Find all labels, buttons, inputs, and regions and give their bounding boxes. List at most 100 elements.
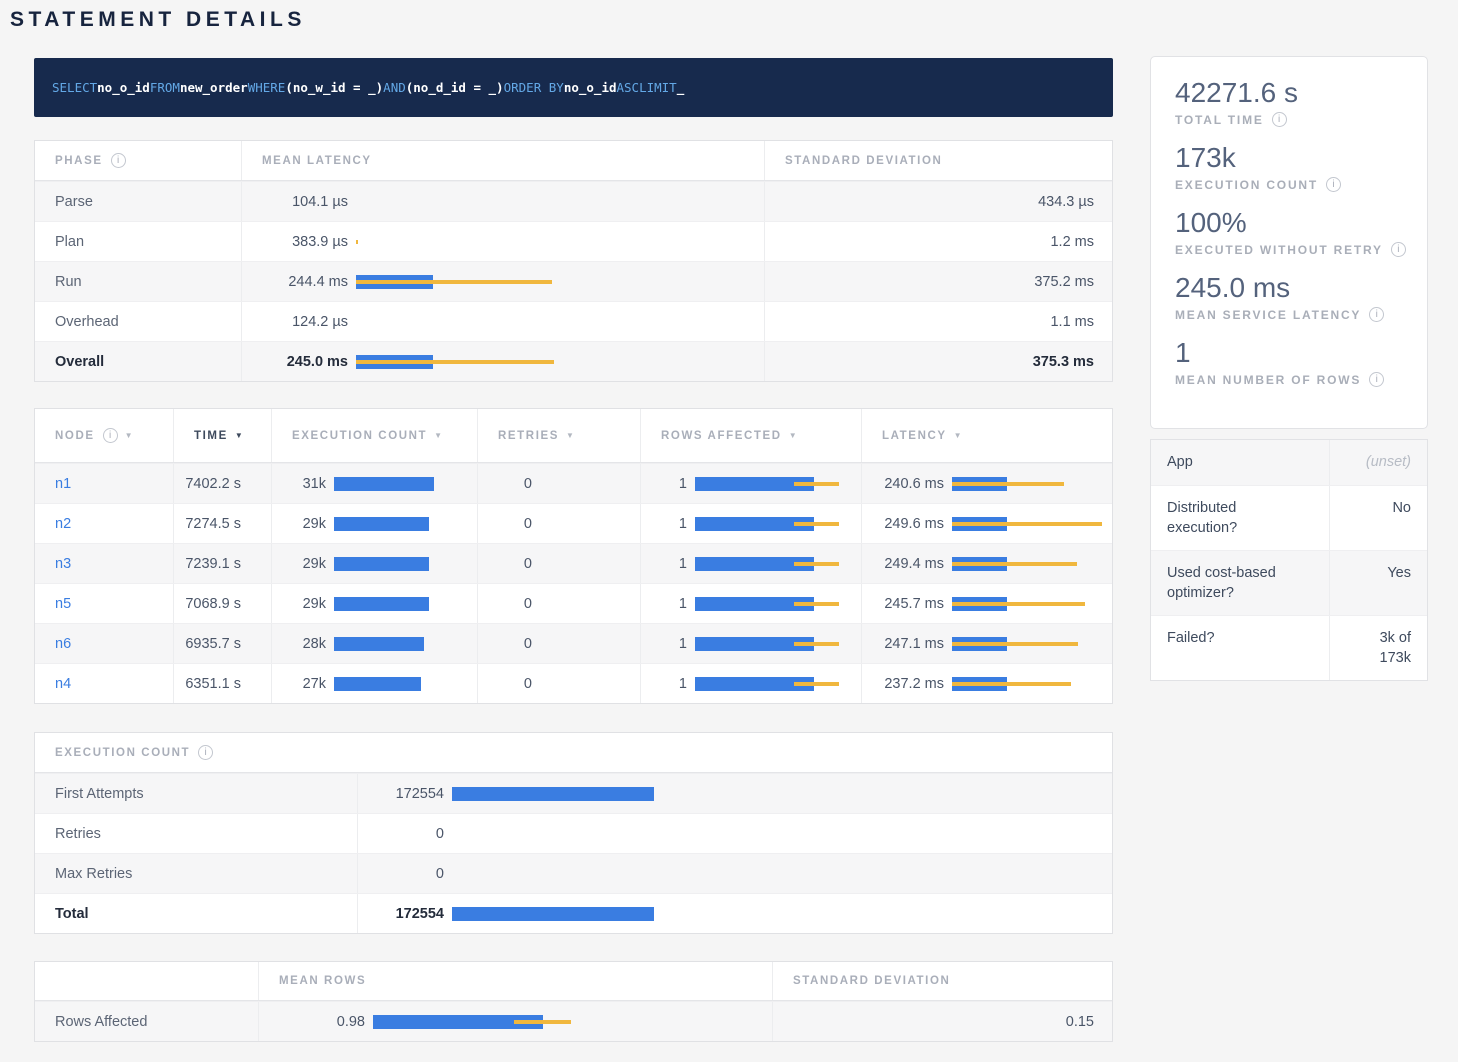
sql-token: _ xyxy=(677,80,685,95)
stat-execution-count: 173k EXECUTION COUNTi xyxy=(1175,140,1427,192)
rows-affected-bar xyxy=(695,557,845,571)
retries-value: 0 xyxy=(478,596,532,612)
rows-affected-value: 1 xyxy=(641,556,687,572)
exec-count-bar xyxy=(334,517,444,531)
sql-token: FROM xyxy=(150,80,180,95)
info-icon[interactable]: i xyxy=(1272,112,1287,127)
node-link[interactable]: n4 xyxy=(55,676,71,692)
exec-count-value: 27k xyxy=(272,676,326,692)
attribute-row-failed: Failed? 3k of 173k xyxy=(1151,615,1427,680)
attribute-label: Used cost-based optimizer? xyxy=(1151,551,1329,615)
latency-value: 247.1 ms xyxy=(862,636,944,652)
exec-count-bar xyxy=(452,787,654,801)
phase-row-overall: Overall 245.0 ms 375.3 ms xyxy=(35,341,1112,381)
latency-bar xyxy=(356,315,556,329)
latency-column-header[interactable]: LATENCY ▼ xyxy=(861,409,1114,462)
node-link[interactable]: n5 xyxy=(55,596,71,612)
node-column-header[interactable]: NODE i ▼ xyxy=(35,409,173,462)
execution-count-column-header[interactable]: EXECUTION COUNT ▼ xyxy=(271,409,477,462)
sql-statement-box: SELECT no_o_id FROM new_order WHERE (no_… xyxy=(34,58,1113,117)
retries-value: 0 xyxy=(478,476,532,492)
stat-mean-service-latency: 245.0 ms MEAN SERVICE LATENCYi xyxy=(1175,270,1427,322)
node-row: n5 7068.9 s 29k 0 1 245.7 ms xyxy=(35,583,1112,623)
attribute-value: Yes xyxy=(1329,551,1427,615)
std-dev-value: 375.2 ms xyxy=(764,262,1114,301)
phase-row-plan: Plan 383.9 µs 1.2 ms xyxy=(35,221,1112,261)
node-row: n3 7239.1 s 29k 0 1 249.4 ms xyxy=(35,543,1112,583)
latency-bar xyxy=(952,477,1108,491)
sql-token: ASC xyxy=(617,80,640,95)
attribute-value: No xyxy=(1329,486,1427,550)
phase-latency-table: PHASE i MEAN LATENCY STANDARD DEVIATION … xyxy=(34,140,1113,382)
attribute-label: App xyxy=(1151,440,1329,485)
stat-label: MEAN SERVICE LATENCY xyxy=(1175,308,1361,322)
rows-affected-value: 1 xyxy=(641,596,687,612)
mean-latency-value: 245.0 ms xyxy=(262,354,348,370)
sort-arrow-icon: ▼ xyxy=(125,431,135,440)
sql-token: SELECT xyxy=(52,80,97,95)
exec-count-bar xyxy=(452,907,654,921)
info-icon[interactable]: i xyxy=(103,428,118,443)
sql-token: no_o_id xyxy=(97,80,150,95)
rows-affected-value: 1 xyxy=(641,476,687,492)
latency-bar xyxy=(952,637,1108,651)
std-dev-value: 1.2 ms xyxy=(764,222,1114,261)
latency-bar xyxy=(952,557,1108,571)
sort-arrow-icon: ▼ xyxy=(954,431,964,440)
statement-attributes-card: App (unset) Distributed execution? No Us… xyxy=(1150,439,1428,681)
std-dev-value: 0.15 xyxy=(772,1002,1114,1041)
latency-bar xyxy=(952,517,1108,531)
rows-affected-value: 1 xyxy=(641,676,687,692)
stat-value: 173k xyxy=(1175,140,1427,176)
stat-value: 100% xyxy=(1175,205,1427,241)
exec-count-value: 29k xyxy=(272,516,326,532)
mean-rows-column-header: MEAN ROWS xyxy=(258,962,772,1000)
sql-token: WHERE xyxy=(248,80,286,95)
stat-label: MEAN NUMBER OF ROWS xyxy=(1175,373,1361,387)
rows-affected-column-header[interactable]: ROWS AFFECTED ▼ xyxy=(640,409,861,462)
rows-affected-row: Rows Affected 0.98 0.15 xyxy=(35,1001,1112,1041)
rows-affected-bar xyxy=(695,637,845,651)
stat-executed-without-retry: 100% EXECUTED WITHOUT RETRYi xyxy=(1175,205,1427,257)
phase-row-overhead: Overhead 124.2 µs 1.1 ms xyxy=(35,301,1112,341)
exec-count-value: 172554 xyxy=(358,906,444,922)
standard-deviation-column-header: STANDARD DEVIATION xyxy=(772,962,1114,1000)
sql-token: ORDER BY xyxy=(504,80,564,95)
node-row: n6 6935.7 s 28k 0 1 247.1 ms xyxy=(35,623,1112,663)
execution-count-section-header: EXECUTION COUNT i xyxy=(35,733,1114,772)
stat-label: TOTAL TIME xyxy=(1175,113,1264,127)
rows-affected-table: MEAN ROWS STANDARD DEVIATION Rows Affect… xyxy=(34,961,1113,1042)
info-icon[interactable]: i xyxy=(1326,177,1341,192)
mean-latency-value: 104.1 µs xyxy=(262,194,348,210)
exec-row: Retries 0 xyxy=(35,813,1112,853)
retries-value: 0 xyxy=(478,556,532,572)
time-value: 7239.1 s xyxy=(173,544,271,583)
node-link[interactable]: n6 xyxy=(55,636,71,652)
info-icon[interactable]: i xyxy=(1369,307,1384,322)
latency-bar xyxy=(952,597,1108,611)
latency-value: 249.6 ms xyxy=(862,516,944,532)
attribute-value: (unset) xyxy=(1329,440,1427,485)
retries-value: 0 xyxy=(478,676,532,692)
stat-value: 1 xyxy=(1175,335,1427,371)
exec-count-value: 28k xyxy=(272,636,326,652)
sql-token: AND xyxy=(383,80,406,95)
execution-count-table: EXECUTION COUNT i First Attempts 172554 … xyxy=(34,732,1113,934)
time-column-header[interactable]: TIME ▼ xyxy=(173,409,271,462)
exec-count-bar xyxy=(334,677,444,691)
info-icon[interactable]: i xyxy=(111,153,126,168)
info-icon[interactable]: i xyxy=(1391,242,1406,257)
exec-count-value: 0 xyxy=(358,866,444,882)
info-icon[interactable]: i xyxy=(198,745,213,760)
summary-stats-card: 42271.6 s TOTAL TIMEi 173k EXECUTION COU… xyxy=(1150,56,1428,429)
node-link[interactable]: n2 xyxy=(55,516,71,532)
node-link[interactable]: n3 xyxy=(55,556,71,572)
latency-value: 249.4 ms xyxy=(862,556,944,572)
retries-column-header[interactable]: RETRIES ▼ xyxy=(477,409,640,462)
exec-row: Max Retries 0 xyxy=(35,853,1112,893)
stat-mean-number-of-rows: 1 MEAN NUMBER OF ROWS i xyxy=(1175,335,1427,387)
info-icon[interactable]: i xyxy=(1369,372,1384,387)
rows-affected-bar xyxy=(695,517,845,531)
sort-arrow-icon: ▼ xyxy=(434,431,444,440)
node-link[interactable]: n1 xyxy=(55,476,71,492)
